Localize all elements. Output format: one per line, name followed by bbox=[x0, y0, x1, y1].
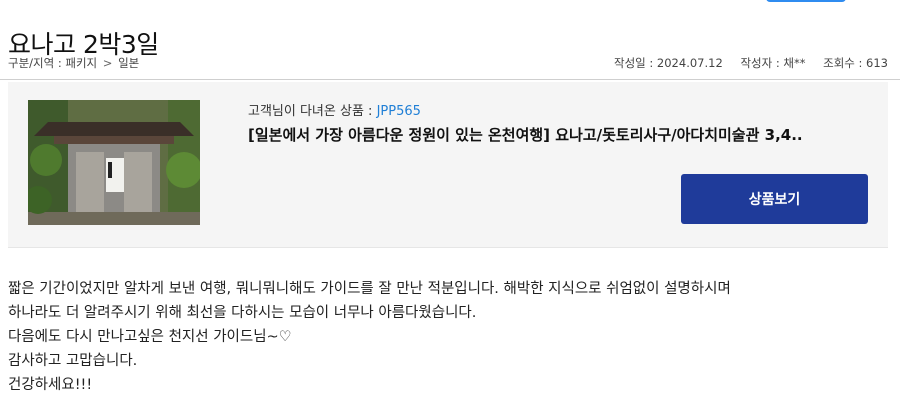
product-name[interactable]: [일본에서 가장 아름다운 정원이 있는 온천여행] 요나고/돗토리사구/아다치… bbox=[248, 124, 803, 145]
post-meta: 작성일 : 2024.07.12 작성자 : 채** 조회수 : 613 bbox=[600, 55, 888, 71]
breadcrumb-region[interactable]: 일본 bbox=[118, 56, 139, 70]
review-line: 다음에도 다시 만나고싶은 천지선 가이드님~♡ bbox=[8, 329, 292, 345]
top-partial-button[interactable] bbox=[766, 0, 846, 2]
review-line: 하나라도 더 알려주시기 위해 최선을 다하시는 모습이 너무나 아름다웠습니다… bbox=[8, 305, 477, 321]
review-line: 건강하세요!!! bbox=[8, 377, 93, 393]
product-code[interactable]: JPP565 bbox=[377, 104, 421, 119]
product-thumbnail[interactable] bbox=[28, 100, 200, 225]
view-product-button[interactable]: 상품보기 bbox=[681, 174, 868, 224]
product-label: 고객님이 다녀온 상품 : JPP565 bbox=[248, 100, 421, 119]
meta-row: 구분/지역 : 패키지 > 일본 작성일 : 2024.07.12 작성자 : … bbox=[8, 55, 888, 73]
review-body: 짧은 기간이었지만 알차게 보낸 여행, 뭐니뭐니해도 가이드를 잘 만난 적분… bbox=[8, 277, 893, 397]
review-line: 짧은 기간이었지만 알차게 보낸 여행, 뭐니뭐니해도 가이드를 잘 만난 적분… bbox=[8, 281, 731, 297]
breadcrumb: 구분/지역 : 패키지 > 일본 bbox=[8, 55, 139, 71]
breadcrumb-category: 구분/지역 : 패키지 bbox=[8, 56, 98, 70]
product-label-text: 고객님이 다녀온 상품 : bbox=[248, 104, 377, 119]
chevron-right-icon: > bbox=[102, 56, 113, 70]
inn-entrance-photo-icon bbox=[28, 100, 200, 225]
header-divider bbox=[0, 79, 900, 80]
post-views: 조회수 : 613 bbox=[823, 56, 888, 70]
post-author: 작성자 : 채** bbox=[740, 56, 806, 70]
review-line: 감사하고 고맙습니다. bbox=[8, 353, 138, 369]
post-date: 작성일 : 2024.07.12 bbox=[614, 56, 723, 70]
product-card: 고객님이 다녀온 상품 : JPP565 [일본에서 가장 아름다운 정원이 있… bbox=[8, 82, 888, 248]
